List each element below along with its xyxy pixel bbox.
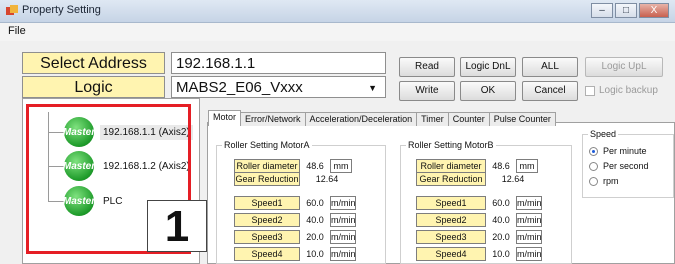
- roller-diameter-b-unit: mm: [516, 159, 538, 173]
- maximize-button[interactable]: □: [615, 3, 637, 18]
- speed2-a-unit: m/min: [330, 213, 356, 227]
- speed2-a-label: Speed2: [234, 213, 300, 227]
- select-address-label: Select Address: [22, 52, 165, 74]
- logic-upl-button[interactable]: Logic UpL: [585, 57, 663, 77]
- ok-button[interactable]: OK: [460, 81, 516, 101]
- close-button[interactable]: X: [639, 3, 669, 18]
- speed1-b-value[interactable]: 60.0: [488, 196, 514, 210]
- speed4-a-label: Speed4: [234, 247, 300, 261]
- minimize-button[interactable]: –: [591, 3, 613, 18]
- speed3-b-label: Speed3: [416, 230, 486, 244]
- cancel-button[interactable]: Cancel: [522, 81, 578, 101]
- radio-per-second-label: Per second: [603, 161, 649, 171]
- speed3-b-unit: m/min: [516, 230, 542, 244]
- window-title: Property Setting: [22, 4, 101, 16]
- dropdown-arrow-icon: ▼: [368, 83, 377, 93]
- speed3-a-value[interactable]: 20.0: [302, 230, 328, 244]
- all-button[interactable]: ALL: [522, 57, 578, 77]
- speed1-a-label: Speed1: [234, 196, 300, 210]
- radio-icon: [589, 161, 598, 171]
- speed1-a-value[interactable]: 60.0: [302, 196, 328, 210]
- read-button[interactable]: Read: [399, 57, 455, 77]
- speed1-b-unit: m/min: [516, 196, 542, 210]
- tab-acceleration-deceleration[interactable]: Acceleration/Deceleration: [304, 112, 418, 126]
- logic-dnl-button[interactable]: Logic DnL: [460, 57, 516, 77]
- radio-icon: [589, 176, 598, 186]
- radio-per-second[interactable]: Per second: [589, 161, 649, 171]
- speed3-b-value[interactable]: 20.0: [488, 230, 514, 244]
- radio-per-minute-label: Per minute: [603, 146, 647, 156]
- tab-pulse-counter[interactable]: Pulse Counter: [488, 112, 556, 126]
- roller-diameter-b-value[interactable]: 48.6: [488, 159, 514, 173]
- address-input[interactable]: 192.168.1.1: [171, 52, 386, 74]
- speed2-b-unit: m/min: [516, 213, 542, 227]
- speed4-b-label: Speed4: [416, 247, 486, 261]
- radio-selected-icon: [589, 146, 598, 156]
- roller-diameter-b-label: Roller diameter: [416, 159, 486, 173]
- logic-select[interactable]: MABS2_E06_Vxxx ▼: [171, 76, 386, 98]
- motor-a-title: Roller Setting MotorA: [222, 140, 312, 150]
- speed4-b-unit: m/min: [516, 247, 542, 261]
- speed1-a-unit: m/min: [330, 196, 356, 210]
- gear-reduction-b-label: Gear Reduction: [416, 172, 486, 186]
- callout-number: 1: [147, 200, 207, 252]
- title-bar: Property Setting – □ X: [0, 0, 675, 23]
- speed-group-title: Speed: [588, 129, 619, 139]
- tab-motor[interactable]: Motor: [208, 110, 242, 126]
- speed3-a-label: Speed3: [234, 230, 300, 244]
- radio-rpm-label: rpm: [603, 176, 619, 186]
- tab-counter[interactable]: Counter: [447, 112, 490, 126]
- app-icon: [6, 5, 18, 15]
- menu-bar: File: [0, 23, 675, 41]
- speed4-a-value[interactable]: 10.0: [302, 247, 328, 261]
- roller-diameter-a-value[interactable]: 48.6: [302, 159, 328, 173]
- gear-reduction-a-value[interactable]: 12.64: [302, 172, 352, 186]
- logic-label: Logic: [22, 76, 165, 98]
- checkbox-box: [585, 85, 595, 96]
- speed2-b-label: Speed2: [416, 213, 486, 227]
- menu-file[interactable]: File: [8, 25, 26, 37]
- motor-b-title: Roller Setting MotorB: [406, 140, 496, 150]
- gear-reduction-a-label: Gear Reduction: [234, 172, 300, 186]
- radio-rpm[interactable]: rpm: [589, 176, 619, 186]
- speed4-b-value[interactable]: 10.0: [488, 247, 514, 261]
- speed2-a-value[interactable]: 40.0: [302, 213, 328, 227]
- gear-reduction-b-value[interactable]: 12.64: [488, 172, 538, 186]
- tab-timer[interactable]: Timer: [416, 112, 449, 126]
- logic-backup-checkbox[interactable]: Logic backup: [585, 85, 658, 96]
- tab-strip: Motor Error/Network Acceleration/Deceler…: [208, 110, 556, 126]
- write-button[interactable]: Write: [399, 81, 455, 101]
- radio-per-minute[interactable]: Per minute: [589, 146, 647, 156]
- speed4-a-unit: m/min: [330, 247, 356, 261]
- speed2-b-value[interactable]: 40.0: [488, 213, 514, 227]
- roller-diameter-a-unit: mm: [330, 159, 352, 173]
- logic-backup-label: Logic backup: [599, 85, 658, 96]
- speed1-b-label: Speed1: [416, 196, 486, 210]
- logic-select-value: MABS2_E06_Vxxx: [176, 79, 303, 96]
- speed3-a-unit: m/min: [330, 230, 356, 244]
- tab-error-network[interactable]: Error/Network: [240, 112, 306, 126]
- roller-diameter-a-label: Roller diameter: [234, 159, 300, 173]
